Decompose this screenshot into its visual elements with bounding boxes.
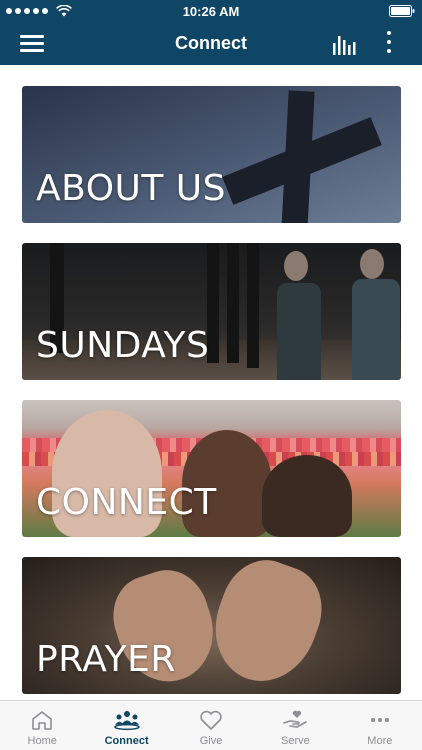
tab-label: Serve [281, 735, 310, 747]
audience-head [360, 249, 384, 279]
tab-label: Home [27, 735, 57, 747]
tab-label: Connect [104, 735, 149, 747]
bar-chart-icon[interactable] [332, 33, 358, 55]
battery-icon [389, 5, 415, 17]
status-time: 10:26 AM [182, 4, 240, 19]
tab-bar: Home Connect Give Serve More [0, 700, 422, 750]
tab-label: Give [199, 735, 223, 747]
tab-give[interactable]: Give [169, 701, 253, 750]
audience-person [352, 279, 400, 380]
audience-head [284, 251, 308, 281]
card-label: PRAYER [36, 639, 176, 680]
heart-icon [200, 710, 222, 730]
page-title: Connect [175, 33, 247, 53]
performer-leg [247, 243, 259, 368]
card-label: ABOUT US [36, 168, 227, 209]
tab-connect[interactable]: Connect [84, 701, 168, 750]
card-label: SUNDAYS [36, 325, 210, 366]
tab-label: More [367, 735, 393, 747]
card-about-us[interactable]: ABOUT US [22, 86, 401, 223]
more-vertical-icon[interactable] [385, 31, 393, 57]
person-photo [262, 455, 352, 537]
audience-person [277, 283, 321, 380]
card-sundays[interactable]: SUNDAYS [22, 243, 401, 380]
tab-serve[interactable]: Serve [253, 701, 337, 750]
performer-leg [227, 243, 239, 363]
card-prayer[interactable]: PRAYER [22, 557, 401, 694]
content-area: ABOUT US SUNDAYS CONNECT PRAYER [0, 65, 422, 700]
status-bar: 10:26 AM [0, 0, 422, 22]
hand-heart-icon [283, 710, 308, 728]
tab-home[interactable]: Home [0, 701, 84, 750]
card-label: CONNECT [36, 482, 217, 523]
people-icon [113, 711, 140, 731]
more-horizontal-icon [370, 718, 389, 722]
open-hand [199, 557, 335, 694]
home-icon [32, 711, 53, 730]
card-connect[interactable]: CONNECT [22, 400, 401, 537]
nav-bar: Connect [0, 22, 422, 65]
tab-more[interactable]: More [338, 701, 422, 750]
